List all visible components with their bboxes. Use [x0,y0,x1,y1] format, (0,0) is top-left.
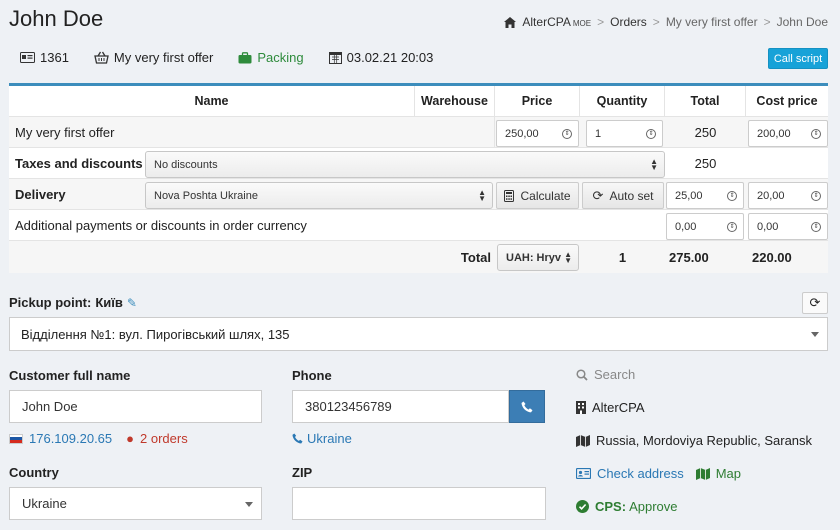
taxes-label: Taxes and discounts [15,156,143,171]
col-total: Total [665,86,746,117]
taxes-select[interactable]: No discounts ▲ ▼ [145,151,665,178]
order-datetime: 03.02.21 20:03 [328,50,433,65]
briefcase-icon [238,51,252,63]
order-info-bar: 1361 My very first offer Packing 03.02.2… [20,50,458,65]
updown-arrow-icon: ▲ ▼ [564,249,572,265]
product-price-input[interactable]: 250,00 ⇕ [496,120,579,147]
check-circle-icon [576,500,589,513]
calculator-icon [504,189,515,202]
phone-country[interactable]: Ukraine [292,431,352,446]
currency-select[interactable]: UAH: Hryv ▲ ▼ [497,244,579,271]
breadcrumb: AlterCPA MOE > Orders > My very first off… [504,15,828,29]
stepper-icon[interactable]: ⇕ [811,128,821,139]
pickup-refresh-button[interactable]: ⟳ [802,292,828,314]
refresh-icon: ⟳ [809,295,821,310]
map-icon [695,467,710,480]
updown-arrow-icon: ▲ ▼ [650,156,658,172]
customer-ip: 176.109.20.65 ● 2 orders [9,431,188,446]
delivery-price-input[interactable]: 25,00 ⇕ [666,182,744,209]
pickup-label: Pickup point: Київ ✎ [9,295,137,310]
product-quantity-input[interactable]: 1 ⇕ [586,120,663,147]
breadcrumb-offer[interactable]: My very first offer [666,15,758,29]
stepper-icon[interactable]: ⇕ [811,221,821,232]
breadcrumb-orders[interactable]: Orders [610,15,647,29]
additional-price-input[interactable]: 0,00 ⇕ [666,213,744,240]
stepper-icon[interactable]: ⇕ [727,221,737,232]
chevron-down-icon [245,502,253,507]
delivery-label: Delivery [15,187,66,202]
cps-status: CPS: Approve [576,499,677,514]
order-items-table: Name Warehouse Price Quantity Total Cost… [9,83,828,273]
call-script-button[interactable]: Call script [768,48,828,69]
chevron-down-icon [811,332,819,337]
country-select[interactable]: Ukraine [9,487,262,520]
basket-icon [94,51,109,64]
zip-label: ZIP [292,465,313,480]
phone-icon [521,401,533,412]
order-status: Packing [238,50,304,65]
delivery-select[interactable]: Nova Poshta Ukraine ▲ ▼ [145,182,493,209]
building-icon [576,401,586,414]
product-cost-input[interactable]: 200,00 ⇕ [748,120,828,147]
company-info: AlterCPA [576,400,645,415]
map-link[interactable]: Map [716,466,741,481]
phone-input[interactable]: 380123456789 [292,390,509,423]
zip-input[interactable] [292,487,546,520]
totals-cost: 220.00 [752,249,792,265]
calculate-button[interactable]: Calculate [496,182,579,209]
taxes-total: 250 [694,156,717,171]
totals-quantity: 1 [618,249,627,265]
stepper-icon[interactable]: ⇕ [562,128,572,139]
stepper-icon[interactable]: ⇕ [727,190,737,201]
stepper-icon[interactable]: ⇕ [811,190,821,201]
call-phone-button[interactable] [509,390,545,423]
exclamation-icon: ● [126,431,134,446]
refresh-icon: ⟳ [592,187,604,203]
breadcrumb-home[interactable]: AlterCPA MOE [522,15,591,29]
ip-link[interactable]: 176.109.20.65 [29,431,112,446]
additional-label: Additional payments or discounts in orde… [15,218,307,233]
order-id: 1361 [20,50,69,65]
phone-label: Phone [292,368,332,383]
location-info: Russia, Mordoviya Republic, Saransk [576,433,812,448]
order-offer: My very first offer [94,50,213,65]
address-actions: Check address Map [576,466,741,481]
totals-total: 275.00 [669,249,709,265]
col-cost-price: Cost price [746,86,828,117]
additional-cost-input[interactable]: 0,00 ⇕ [748,213,828,240]
page-title: John Doe [9,6,104,31]
pickup-point-select[interactable]: Відділення №1: вул. Пирогівський шлях, 1… [9,317,828,351]
map-icon [576,434,590,447]
id-card-icon [20,52,35,63]
russia-flag-icon [9,433,23,444]
search-icon [576,368,588,381]
delivery-cost-input[interactable]: 20,00 ⇕ [748,182,828,209]
search-link[interactable]: Search [576,367,635,382]
product-total: 250 [694,125,717,140]
totals-label: Total [460,249,491,265]
calendar-icon [328,52,342,64]
edit-icon[interactable]: ✎ [127,296,137,310]
col-warehouse: Warehouse [415,86,495,117]
auto-set-button[interactable]: ⟳ Auto set [582,182,664,209]
orders-link[interactable]: 2 orders [140,431,188,446]
customer-name-input[interactable]: John Doe [9,390,262,423]
product-warehouse [415,117,495,148]
product-name: My very first offer [15,125,115,140]
col-quantity: Quantity [580,86,665,117]
check-address-link[interactable]: Check address [597,466,684,481]
col-name: Name [9,86,415,117]
updown-arrow-icon: ▲ ▼ [478,187,486,203]
name-label: Customer full name [9,368,131,383]
country-label: Country [9,465,59,480]
stepper-icon[interactable]: ⇕ [646,128,656,139]
home-icon[interactable] [504,16,517,28]
col-price: Price [495,86,580,117]
address-card-icon [576,468,591,479]
phone-icon [292,433,303,444]
pickup-city: Київ [95,295,123,310]
breadcrumb-current: John Doe [776,15,828,29]
